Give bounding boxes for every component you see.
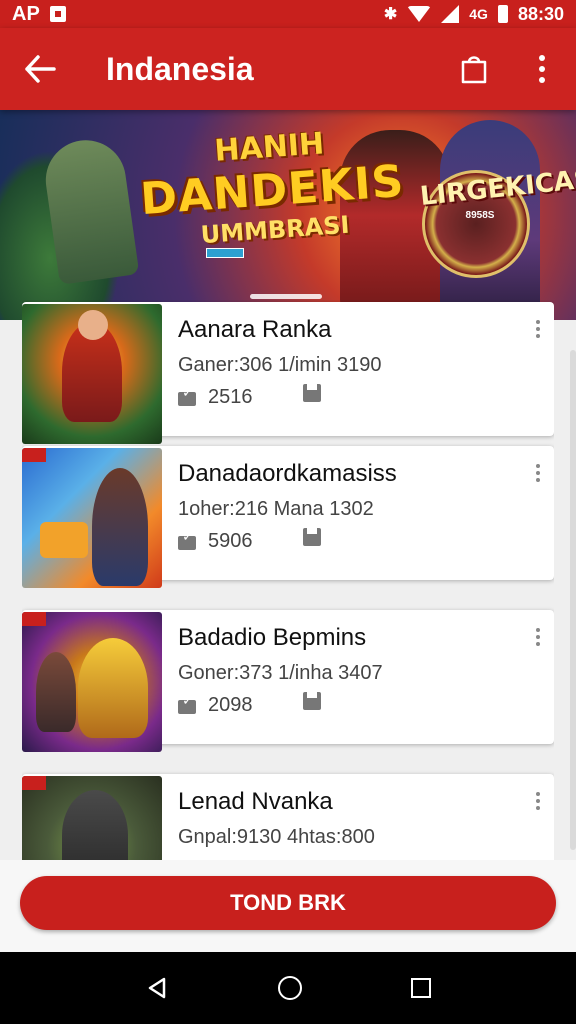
game-thumbnail [22, 776, 162, 860]
arrow-left-icon [25, 55, 56, 83]
bookmark-icon[interactable] [302, 691, 321, 710]
carousel-indicator [250, 294, 322, 299]
status-time: 88:30 [517, 3, 564, 24]
nav-back-icon[interactable] [145, 976, 169, 1000]
game-count: 5906 [208, 530, 253, 552]
scrollbar[interactable] [570, 350, 576, 850]
thumbnail-tag [22, 448, 46, 462]
bookmark-icon[interactable] [302, 383, 321, 402]
network-type: 4G [469, 6, 488, 22]
rating-icon [178, 384, 198, 408]
more-dot-icon [539, 66, 545, 72]
more-dot-icon [539, 77, 545, 83]
game-count: 2098 [208, 694, 253, 716]
more-dot-icon [536, 628, 540, 632]
game-count: 2516 [208, 386, 253, 408]
promo-banner[interactable]: HANIH DANDEKIS UMMBRASI LIRGEKICAS 8958S [0, 110, 576, 320]
list-item[interactable]: Badadio Bepmins Goner:373 1/inha 3407 20… [22, 610, 554, 752]
game-thumbnail [22, 448, 162, 588]
status-carrier: AP [12, 2, 40, 25]
more-dot-icon [536, 334, 540, 338]
list-item[interactable]: Aanara Ranka Ganer:306 1/imin 3190 2516 [22, 302, 554, 444]
bluetooth-icon: ✱ [383, 6, 398, 23]
more-dot-icon [536, 792, 540, 796]
banner-small-tag [206, 248, 244, 258]
shopping-bag-button[interactable] [440, 28, 508, 110]
thumbnail-tag [22, 612, 46, 626]
banner-badge-sub: 8958S [465, 210, 495, 221]
overflow-menu-button[interactable] [508, 28, 576, 110]
bookmark-icon[interactable] [302, 527, 321, 546]
rating-icon [178, 528, 198, 552]
more-dot-icon [539, 55, 545, 61]
bottom-action-panel: TOND BRK [0, 860, 576, 952]
more-dot-icon [536, 799, 540, 803]
more-dot-icon [536, 478, 540, 482]
item-menu-button[interactable] [536, 464, 540, 482]
signal-icon [441, 5, 460, 23]
more-dot-icon [536, 464, 540, 468]
item-menu-button[interactable] [536, 628, 540, 646]
primary-action-button[interactable]: TOND BRK [20, 876, 556, 930]
more-dot-icon [536, 635, 540, 639]
item-menu-button[interactable] [536, 792, 540, 810]
banner-logo: HANIH DANDEKIS UMMBRASI [136, 121, 407, 253]
game-meta: 1oher:216 Mana 1302 [178, 498, 374, 520]
game-title: Aanara Ranka [178, 316, 332, 343]
game-thumbnail [22, 304, 162, 444]
nav-recents-icon[interactable] [411, 978, 432, 998]
game-thumbnail [22, 612, 162, 752]
game-title: Danadaordkamasiss [178, 460, 397, 487]
notification-icon [49, 6, 66, 22]
more-dot-icon [536, 471, 540, 475]
back-button[interactable] [0, 28, 80, 110]
shopping-bag-icon [461, 56, 487, 84]
game-meta: Ganer:306 1/imin 3190 [178, 354, 382, 376]
item-menu-button[interactable] [536, 320, 540, 338]
game-meta: Goner:373 1/inha 3407 [178, 662, 383, 684]
game-list: Aanara Ranka Ganer:306 1/imin 3190 2516 … [22, 300, 554, 860]
game-meta: Gnpal:9130 4htas:800 [178, 826, 375, 848]
thumbnail-tag [22, 776, 46, 790]
list-item[interactable]: Danadaordkamasiss 1oher:216 Mana 1302 59… [22, 446, 554, 588]
wifi-icon [407, 6, 432, 22]
more-dot-icon [536, 806, 540, 810]
more-dot-icon [536, 327, 540, 331]
game-title: Badadio Bepmins [178, 624, 367, 651]
page-title: Indanesia [106, 50, 254, 87]
list-item[interactable]: Lenad Nvanka Gnpal:9130 4htas:800 [22, 774, 554, 860]
more-dot-icon [536, 320, 540, 324]
nav-home-icon[interactable] [277, 976, 302, 1000]
system-nav-bar [0, 952, 576, 1024]
battery-icon [497, 5, 508, 23]
more-dot-icon [536, 642, 540, 646]
game-title: Lenad Nvanka [178, 788, 333, 815]
rating-icon [178, 692, 198, 716]
status-bar: AP ✱ 4G 88:30 [0, 0, 576, 28]
app-bar: Indanesia [0, 28, 576, 110]
